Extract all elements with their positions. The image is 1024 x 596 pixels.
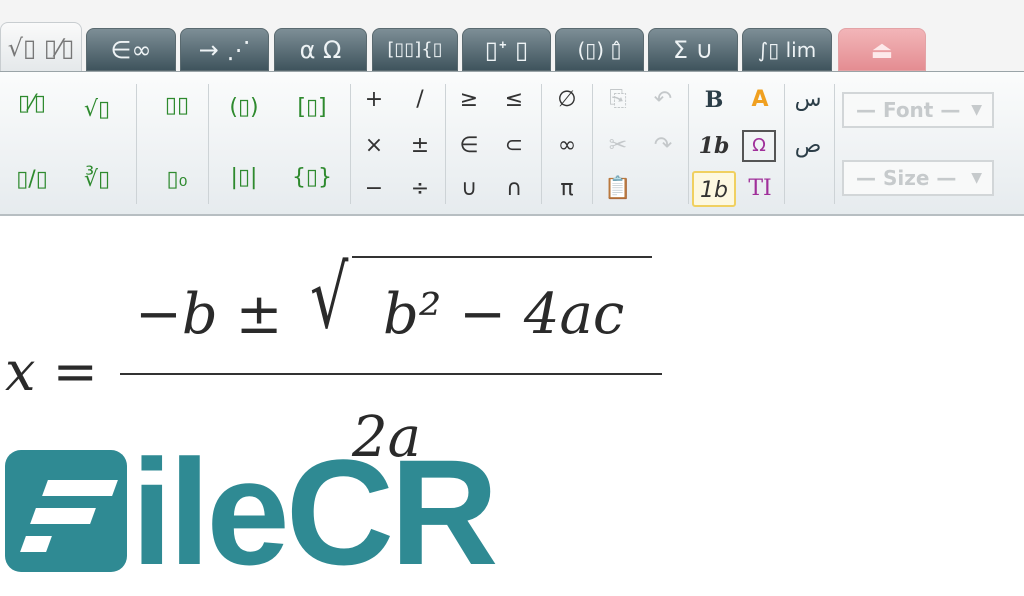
subset-button[interactable]: ⊂ — [492, 128, 536, 164]
tab-label: Σ ∪ — [672, 35, 714, 64]
font-select-value: — Font — — [856, 98, 961, 122]
tab-label: ∫▯ lim — [757, 37, 817, 62]
subscript-button[interactable]: ▯₀ — [155, 162, 199, 198]
filecr-logo-icon — [5, 450, 127, 572]
fraction-button[interactable]: ▯⁄▯ — [10, 86, 54, 122]
slash-button[interactable]: / — [398, 82, 442, 118]
watermark-text: ileCR — [131, 428, 498, 596]
pi-button[interactable]: π — [545, 171, 589, 207]
tab-label: α Ω — [299, 35, 342, 64]
formula-radicand: b² − 4ac — [383, 282, 625, 347]
text-mode-button[interactable]: TI — [738, 171, 782, 207]
sqrt-button[interactable]: √▯ — [75, 92, 119, 128]
plus-button[interactable]: + — [352, 82, 396, 118]
empty-set-button[interactable]: ∅ — [545, 82, 589, 118]
tab-templates[interactable]: √▯ ▯⁄▯ — [0, 22, 82, 72]
radical-sign: √ — [310, 248, 349, 348]
tab-sets[interactable]: ∈∞ — [86, 28, 176, 71]
nth-root-button[interactable]: ∛▯ — [75, 162, 119, 198]
superscript-button[interactable]: ▯▯ — [155, 88, 199, 124]
plusminus-button[interactable]: ± — [398, 128, 442, 164]
minus-button[interactable]: − — [352, 171, 396, 207]
normal-text-button[interactable]: 1b — [692, 171, 736, 207]
tab-label: [▯▯]{▯ — [387, 39, 443, 60]
union-button[interactable]: ∪ — [447, 171, 491, 207]
cut-icon[interactable]: ✂ — [596, 128, 640, 164]
element-of-button[interactable]: ∈ — [447, 128, 491, 164]
tab-brackets[interactable]: (▯) ▯̂ — [555, 28, 644, 71]
slash-fraction-button[interactable]: ▯/▯ — [10, 162, 54, 198]
brackets-button[interactable]: [▯] — [290, 90, 334, 126]
bold-button[interactable]: B — [692, 82, 736, 118]
undo-icon[interactable]: ↶ — [641, 82, 685, 118]
infinity-button[interactable]: ∞ — [545, 128, 589, 164]
size-select[interactable]: — Size — ▼ — [842, 160, 994, 196]
rtl-button[interactable]: س — [786, 82, 830, 118]
arabic-button[interactable]: ص — [786, 128, 830, 164]
italic-button[interactable]: 1b — [692, 128, 736, 164]
special-char-button[interactable]: Ω — [742, 130, 776, 162]
tab-label: (▯) ▯̂ — [577, 37, 622, 62]
abs-button[interactable]: |▯| — [222, 160, 266, 196]
tab-matrices[interactable]: [▯▯]{▯ — [372, 28, 458, 71]
chevron-down-icon: ▼ — [971, 170, 982, 186]
tab-arrows[interactable]: → ⋰ — [180, 28, 269, 71]
tab-sums[interactable]: Σ ∪ — [648, 28, 738, 71]
copy-icon[interactable]: ⎘ — [596, 82, 640, 118]
tab-integrals[interactable]: ∫▯ lim — [742, 28, 832, 71]
color-button[interactable]: A — [738, 82, 782, 118]
formula-lhs: x = — [5, 340, 98, 403]
parentheses-button[interactable]: (▯) — [222, 90, 266, 126]
tab-scripts[interactable]: ▯ᐩ ▯ — [462, 28, 551, 71]
tab-label: ∈∞ — [110, 35, 152, 64]
font-select[interactable]: — Font — ▼ — [842, 92, 994, 128]
leq-button[interactable]: ≤ — [492, 82, 536, 118]
redo-icon[interactable]: ↷ — [641, 128, 685, 164]
tab-collapse[interactable]: ⏏ — [838, 28, 926, 71]
braces-button[interactable]: {▯} — [290, 160, 334, 196]
tab-label: √▯ ▯⁄▯ — [7, 33, 75, 62]
intersection-button[interactable]: ∩ — [492, 171, 536, 207]
collapse-icon: ⏏ — [870, 35, 894, 64]
watermark-logo: ileCR — [5, 428, 498, 596]
fraction-bar — [120, 373, 662, 375]
divide-button[interactable]: ÷ — [398, 171, 442, 207]
radical-bar — [352, 256, 652, 258]
formula-numerator: −b ± — [135, 282, 283, 347]
chevron-down-icon: ▼ — [971, 102, 982, 118]
tab-label: ▯ᐩ ▯ — [484, 35, 529, 64]
tab-label: → ⋰ — [198, 35, 251, 64]
times-button[interactable]: × — [352, 128, 396, 164]
tab-greek[interactable]: α Ω — [274, 28, 367, 71]
size-select-value: — Size — — [856, 166, 957, 190]
toolbar: ▯⁄▯ √▯ ▯/▯ ∛▯ ▯▯ ▯₀ (▯) [▯] |▯| {▯} + / … — [0, 71, 1024, 216]
geq-button[interactable]: ≥ — [447, 82, 491, 118]
paste-icon[interactable]: 📋 — [596, 171, 640, 207]
